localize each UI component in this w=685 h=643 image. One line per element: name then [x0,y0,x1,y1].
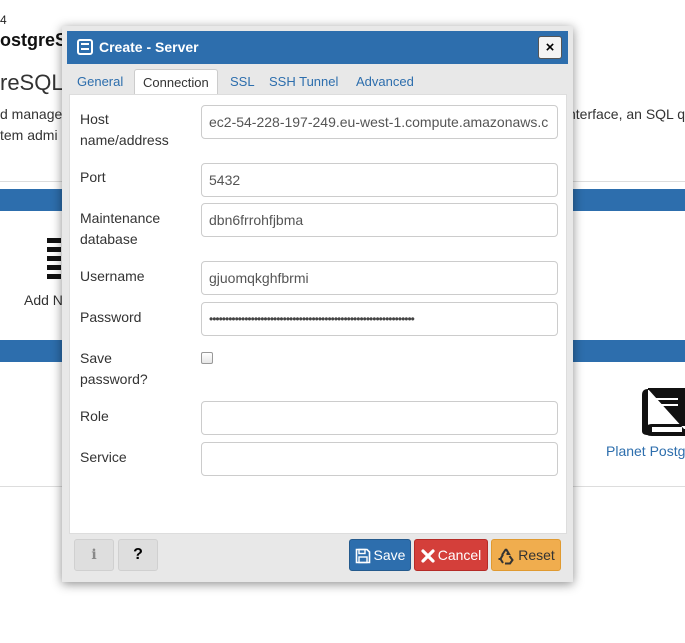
info-icon: i [91,547,97,563]
role-input[interactable] [201,401,558,435]
tab-ssh-tunnel[interactable]: SSH Tunnel [269,69,338,95]
role-label: Role [80,408,109,424]
add-server-link[interactable]: Add N [24,292,63,308]
password-label: Password [80,309,142,325]
close-button[interactable]: × [538,36,562,59]
tab-advanced[interactable]: Advanced [356,69,414,95]
port-label: Port [80,169,106,185]
save-button-label: Save [373,547,406,563]
maintenance-db-label: Maintenance database [80,210,161,247]
server-icon [77,39,93,55]
save-icon [355,548,370,564]
cancel-icon [421,549,435,563]
info-button[interactable]: i [74,539,114,571]
help-button[interactable]: ? [118,539,158,571]
book-icon[interactable] [640,385,685,437]
bg-description-line1: d manage [0,106,63,122]
add-server-icon[interactable] [47,238,61,282]
bg-description-right: nterface, an SQL q [568,106,685,122]
port-input[interactable]: 5432 [201,163,558,197]
username-input[interactable]: gjuomqkghfbrmi [201,261,558,295]
tab-general[interactable]: General [77,69,123,95]
password-input[interactable]: ••••••••••••••••••••••••••••••••••••••••… [201,302,558,336]
save-button[interactable]: Save [349,539,411,571]
reset-icon [498,548,514,565]
tab-connection[interactable]: Connection [134,69,218,96]
dialog-titlebar[interactable]: Create - Server × [67,31,568,64]
save-password-label: Save password? [80,350,148,387]
connection-form: Host name/address ec2-54-228-197-249.eu-… [69,94,567,534]
reset-button[interactable]: Reset [491,539,561,571]
dialog-title: Create - Server [99,39,199,55]
help-icon: ? [133,546,143,563]
save-password-checkbox[interactable] [201,352,213,364]
dialog-tabs: General Connection SSL SSH Tunnel Advanc… [69,69,567,96]
cancel-button[interactable]: Cancel [414,539,488,571]
service-label: Service [80,449,127,465]
create-server-dialog: Create - Server × General Connection SSL… [62,26,573,582]
bg-app-title: ostgreS [0,30,68,50]
host-label: Host name/address [80,111,169,148]
cancel-button-label: Cancel [437,547,482,563]
close-icon: × [545,39,555,56]
bg-description-line2: tem admi [0,127,58,143]
reset-button-label: Reset [518,547,555,563]
maintenance-db-input[interactable]: dbn6frrohfjbma [201,203,558,237]
dialog-footer: i ? Save Cancel Reset [69,534,567,576]
planet-postgresql-link[interactable]: Planet Postgr [606,443,685,459]
tab-ssl[interactable]: SSL [230,69,255,95]
bg-version-text: 4 [0,13,7,27]
username-label: Username [80,268,145,284]
bg-welcome-heading: reSQL [0,70,64,95]
service-input[interactable] [201,442,558,476]
host-input[interactable]: ec2-54-228-197-249.eu-west-1.compute.ama… [201,105,558,139]
